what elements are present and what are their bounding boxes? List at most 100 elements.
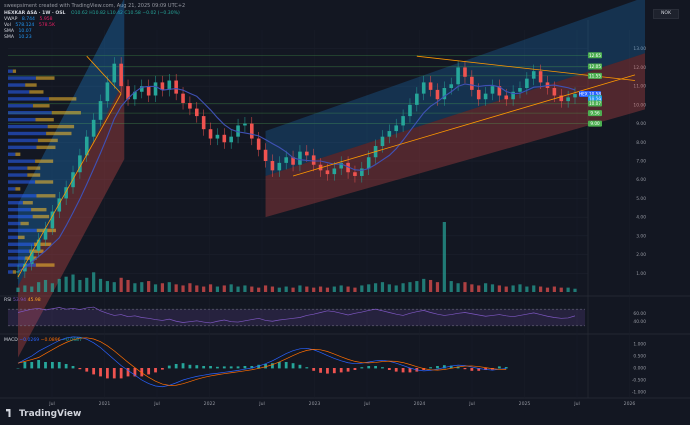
candle-body (483, 93, 488, 100)
volume-bar (573, 288, 577, 292)
candle-body (208, 129, 213, 139)
volume-bar (202, 286, 206, 292)
macd-histogram-bar (429, 367, 432, 369)
candle-body (215, 134, 220, 139)
volume-profile-bar (8, 207, 32, 212)
candle-body (325, 170, 330, 175)
rsi-value: 45.98 (27, 298, 41, 303)
volume-profile-bar (35, 180, 54, 184)
volume-bar (119, 277, 123, 292)
candle-body (188, 102, 192, 109)
volume-profile-bar (8, 124, 48, 129)
volume-profile-bar (35, 263, 55, 267)
x-tick-label: Jul (153, 401, 160, 407)
candle-body (91, 119, 96, 137)
macd-histogram-bar (119, 368, 123, 379)
volume-bar (263, 285, 268, 292)
volume-profile-bar (36, 194, 56, 198)
volume-profile-bar (8, 235, 18, 240)
volume-profile-bar (8, 256, 26, 260)
volume-bar (318, 286, 323, 292)
volume-bar (23, 285, 27, 292)
candle-body (463, 67, 467, 77)
volume-bar (532, 285, 536, 292)
macd-histogram-bar (126, 368, 130, 377)
volume-profile-bar (17, 235, 25, 240)
volume-bar (463, 282, 467, 292)
candle-body (277, 162, 282, 171)
volume-profile-bar (36, 145, 56, 150)
macd-histogram-bar (105, 368, 109, 379)
macd-histogram-bar (291, 363, 295, 369)
y-tick-label: 1.00 (636, 271, 646, 277)
macd-histogram-bar (326, 368, 329, 374)
volume-profile-bar (8, 90, 30, 94)
volume-bar (367, 284, 371, 292)
macd-histogram-bar (229, 366, 233, 369)
volume-bar (71, 274, 75, 292)
volume-bar (470, 284, 474, 292)
candle-body (408, 104, 412, 117)
volume-bar (312, 287, 316, 292)
price-chart[interactable]: 1.00 2.00 3.00 4.00 5.00 6.00 7.00 8.00 9.00 10.0… (0, 0, 690, 425)
candle-body (518, 88, 522, 92)
x-tick-label: Jul (468, 401, 475, 407)
candle-body (256, 138, 261, 150)
volume-bar (270, 286, 275, 292)
volume-bar (126, 279, 130, 292)
volume-profile-bar (8, 270, 13, 274)
volume-bar (449, 281, 453, 292)
volume-profile-bar (22, 201, 33, 205)
candle-body (243, 123, 247, 126)
x-tick-label: 2025 (519, 401, 531, 407)
volume-bar (545, 287, 550, 292)
macd-histogram-bar (154, 368, 157, 373)
candle-body (194, 108, 199, 117)
candle-body (525, 78, 529, 89)
volume-bar (98, 278, 103, 292)
x-tick-label: 2023 (309, 401, 321, 407)
volume-profile-bar (12, 69, 17, 73)
volume-profile-bar (8, 76, 36, 80)
volume-bar (456, 283, 460, 292)
volume-bar (112, 282, 116, 292)
macd-histogram-bar (85, 368, 89, 372)
volume-profile-bar (25, 83, 37, 87)
volume-profile-bar (8, 187, 16, 191)
macd-histogram-bar (37, 360, 41, 369)
volume-profile-bar (8, 131, 47, 136)
volume-bar (43, 279, 48, 292)
volume-profile-bar (35, 76, 55, 80)
x-tick-label: Jul (573, 401, 580, 407)
volume-profile-bar (35, 117, 54, 122)
macd-histogram-bar (99, 368, 102, 377)
volume-bar (387, 284, 391, 292)
volume-bar (552, 286, 556, 292)
macd-histogram-bar (284, 362, 288, 369)
volume-bar (566, 287, 570, 292)
candle-body (305, 151, 309, 156)
volume-bar (133, 283, 137, 292)
macd-histogram-bar (57, 362, 61, 369)
volume-bar (380, 282, 385, 292)
volume-bar (504, 286, 508, 292)
volume-profile-bar (8, 83, 26, 87)
candle-body (16, 271, 20, 273)
macd-histogram-bar (360, 367, 364, 369)
volume-profile-bar (15, 187, 21, 191)
macd-histogram-bar (174, 364, 178, 369)
macd-histogram-bar (64, 364, 68, 369)
volume-profile-bar (49, 97, 77, 101)
volume-bar (236, 286, 240, 292)
macd-histogram-bar (387, 368, 391, 370)
macd-histogram-bar (209, 366, 212, 369)
candle-body (332, 168, 337, 175)
candle-body (222, 134, 227, 143)
tradingview-logo: TradingView (6, 409, 81, 419)
volume-bar (332, 286, 336, 292)
macd-histogram-bar (78, 368, 82, 370)
volume-bar (415, 281, 419, 292)
macd-value: −0.0896 (40, 338, 61, 343)
volume-profile-bar (8, 97, 50, 101)
volume-bar (64, 276, 68, 292)
